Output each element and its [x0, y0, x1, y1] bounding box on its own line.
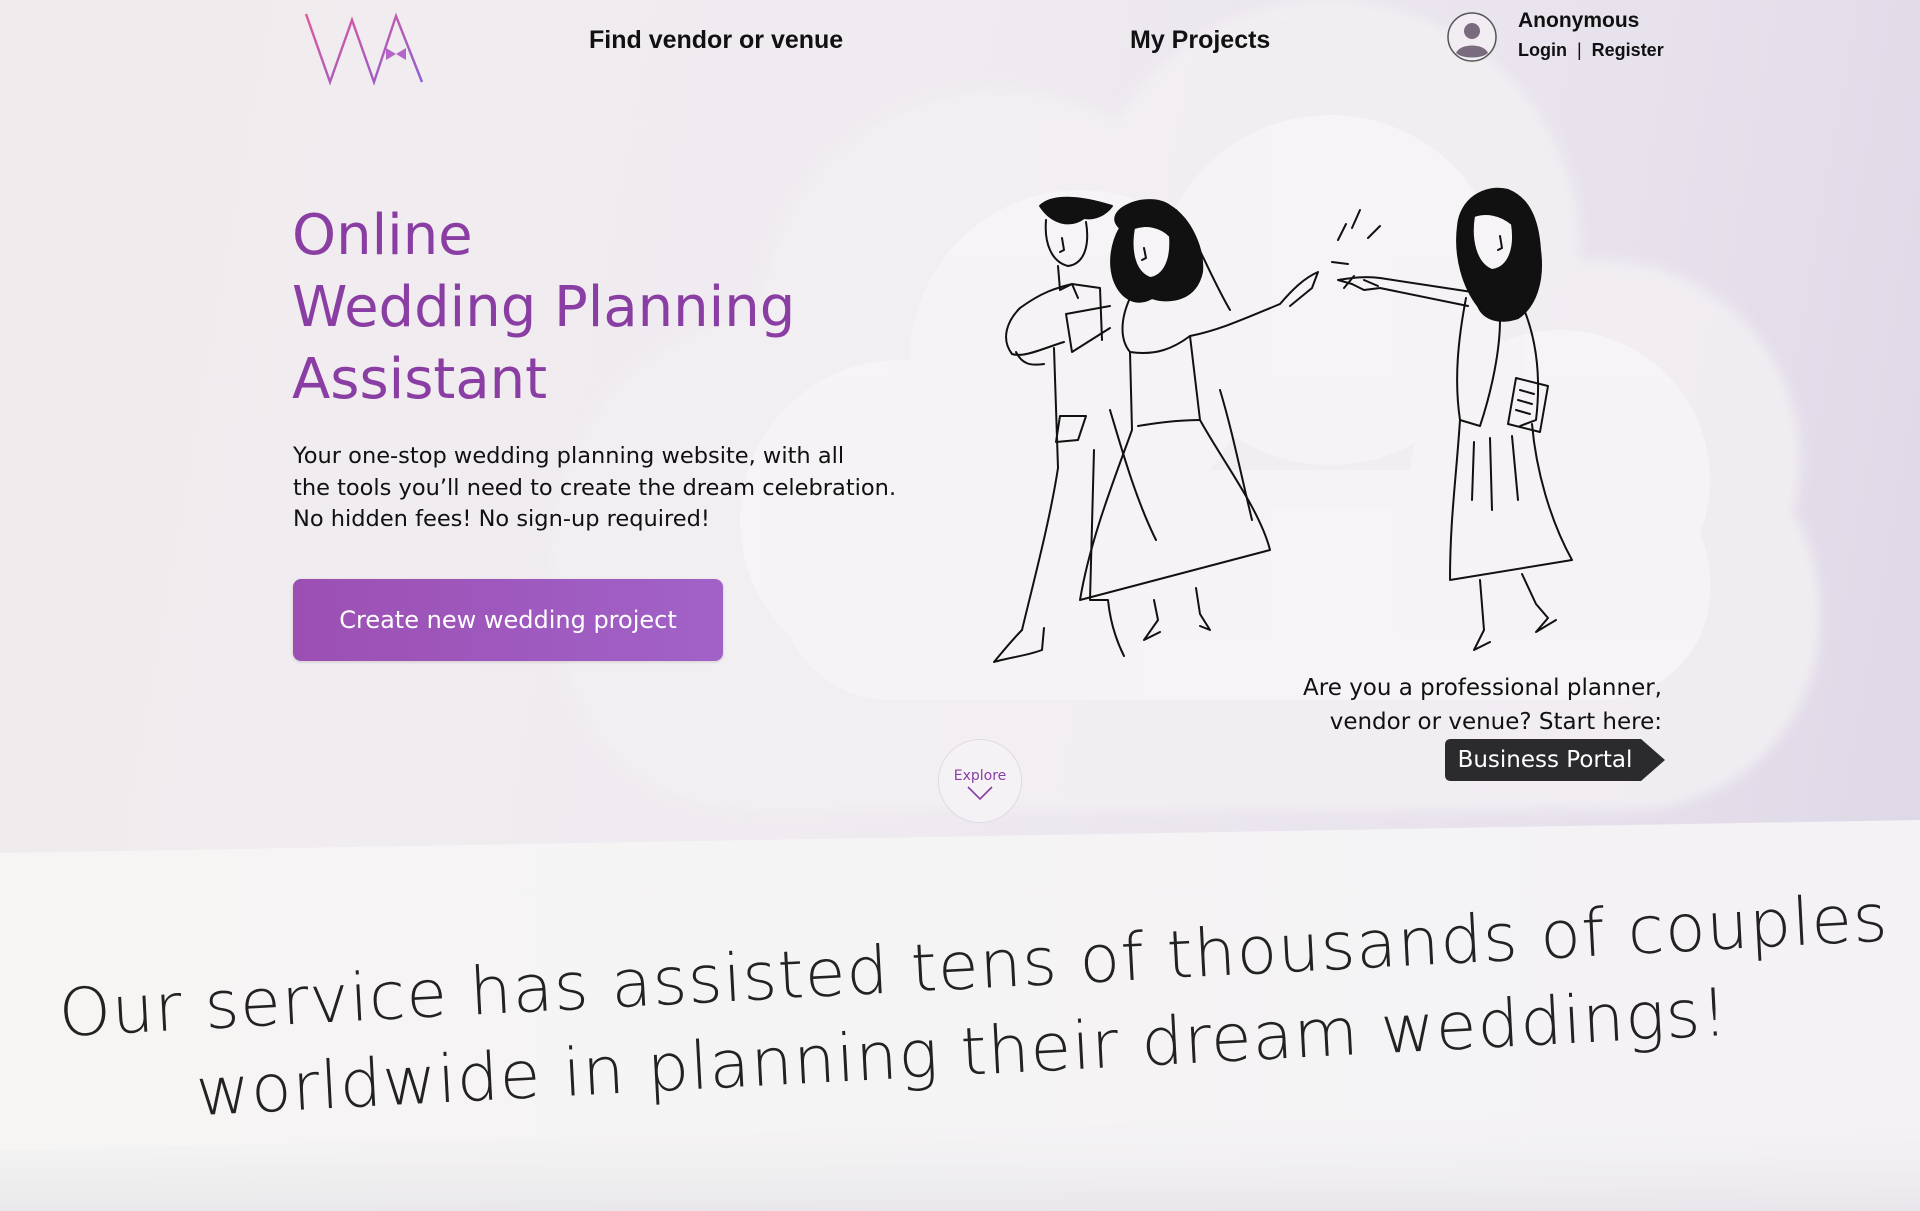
auth-links: Login | Register: [1518, 40, 1664, 61]
user-avatar-icon[interactable]: [1446, 11, 1498, 63]
nav-my-projects[interactable]: My Projects: [1130, 26, 1270, 55]
auth-separator: |: [1576, 40, 1582, 60]
register-link[interactable]: Register: [1592, 40, 1664, 60]
explore-button[interactable]: Explore: [938, 739, 1022, 823]
hero-title: Online Wedding Planning Assistant: [292, 200, 795, 416]
create-wedding-project-button[interactable]: Create new wedding project: [293, 579, 723, 661]
hero-title-line: Online: [292, 203, 473, 268]
user-name: Anonymous: [1518, 9, 1640, 32]
professional-prompt-line: vendor or venue? Start here:: [1329, 709, 1662, 735]
hero-description-line: No hidden fees! No sign-up required!: [293, 506, 710, 532]
professional-prompt-line: Are you a professional planner,: [1303, 675, 1662, 701]
chevron-down-icon: [967, 786, 993, 800]
wa-logo[interactable]: [300, 8, 436, 88]
hero-title-line: Wedding Planning: [292, 275, 796, 340]
business-portal-button[interactable]: Business Portal: [1445, 739, 1665, 781]
business-portal-label: Business Portal: [1457, 747, 1633, 773]
login-link[interactable]: Login: [1518, 40, 1567, 60]
nav-find-vendor[interactable]: Find vendor or venue: [589, 26, 843, 55]
hero-description-line: the tools you’ll need to create the drea…: [293, 474, 897, 501]
professional-prompt: Are you a professional planner, vendor o…: [1303, 671, 1662, 739]
hero-title-line: Assistant: [292, 347, 548, 412]
tagline: Our service has assisted tens of thousan…: [57, 877, 1890, 1143]
explore-label: Explore: [953, 768, 1007, 784]
hero-description-line: Your one-stop wedding planning website, …: [293, 443, 845, 469]
hero-description: Your one-stop wedding planning website, …: [293, 441, 933, 536]
wedding-couple-planner-illustration: [993, 187, 1573, 663]
